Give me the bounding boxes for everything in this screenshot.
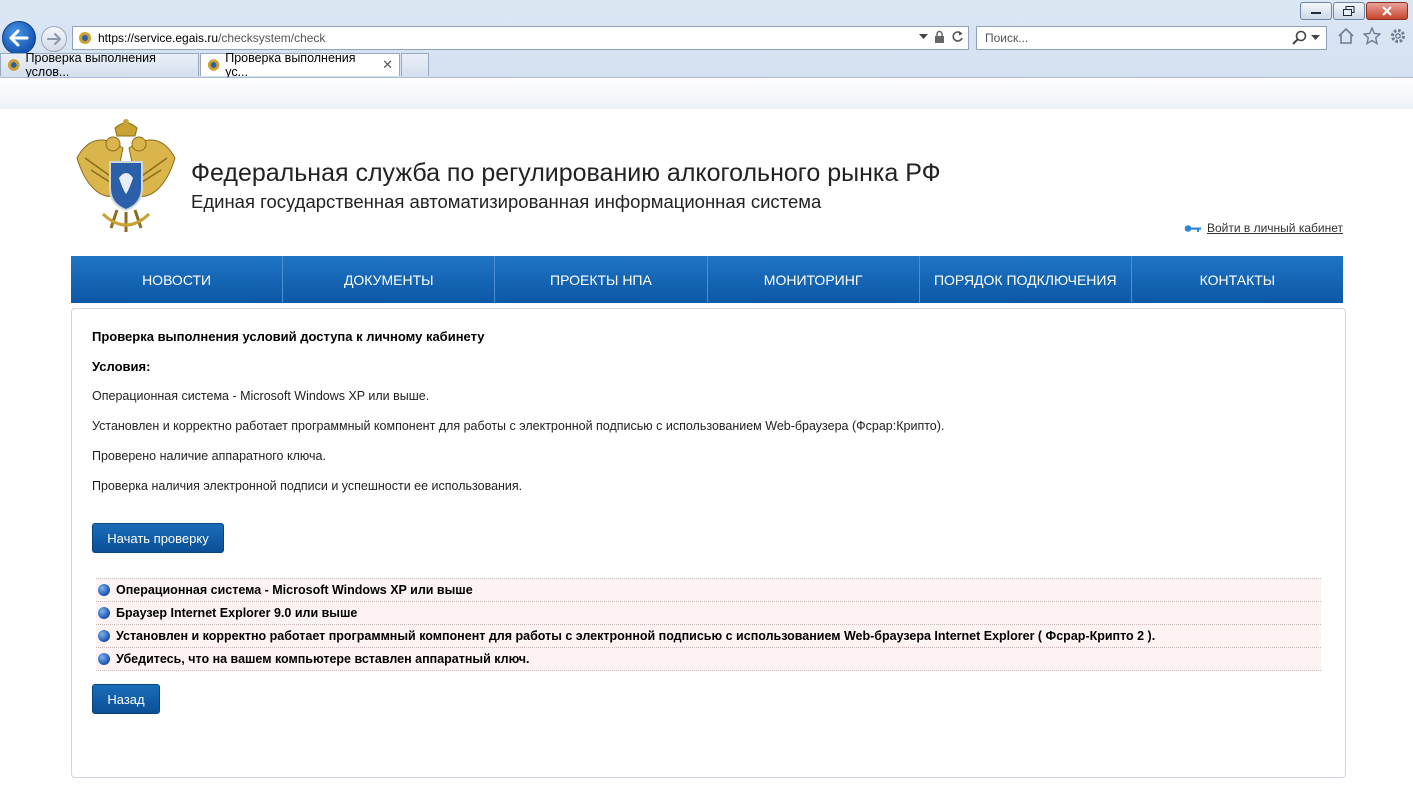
address-bar[interactable]: https://service.egais.ru/checksystem/che… [72, 26, 969, 50]
check-row: Убедитесь, что на вашем компьютере встав… [96, 648, 1321, 671]
command-bar [0, 77, 1413, 109]
status-dot-icon [98, 630, 110, 642]
favorites-star-icon[interactable] [1363, 27, 1381, 45]
check-results-list: Операционная система - Microsoft Windows… [96, 578, 1321, 671]
nav-item-npa-projects[interactable]: ПРОЕКТЫ НПА [495, 256, 708, 303]
arrow-right-icon [47, 33, 61, 45]
tab-close-icon[interactable]: ✕ [382, 57, 393, 73]
start-check-button[interactable]: Начать проверку [92, 523, 224, 553]
search-input[interactable] [983, 30, 1277, 46]
search-dropdown-icon[interactable] [1311, 34, 1320, 41]
coat-of-arms-emblem [76, 119, 176, 232]
restore-icon [1343, 6, 1355, 16]
back-page-button[interactable]: Назад [92, 684, 160, 714]
dropdown-arrow-icon[interactable] [919, 33, 928, 40]
nav-item-contacts[interactable]: КОНТАКТЫ [1132, 256, 1343, 303]
site-subtitle: Единая государственная автоматизированна… [191, 191, 822, 212]
search-icon[interactable] [1292, 30, 1308, 45]
login-link[interactable]: Войти в личный кабинет [1207, 221, 1343, 235]
window-controls [1300, 2, 1408, 20]
home-icon[interactable] [1337, 27, 1355, 45]
status-dot-icon [98, 584, 110, 596]
back-button[interactable] [2, 21, 36, 55]
condition-line: Проверка наличия электронной подписи и у… [92, 479, 523, 493]
close-icon [1382, 6, 1392, 16]
main-nav: НОВОСТИ ДОКУМЕНТЫ ПРОЕКТЫ НПА МОНИТОРИНГ… [71, 256, 1343, 303]
check-label: Операционная система - Microsoft Windows… [116, 583, 473, 597]
content-panel: Проверка выполнения условий доступа к ли… [71, 308, 1346, 778]
restore-button[interactable] [1333, 2, 1365, 20]
condition-line: Проверено наличие аппаратного ключа. [92, 449, 326, 463]
nav-item-news[interactable]: НОВОСТИ [71, 256, 284, 303]
check-label: Убедитесь, что на вашем компьютере встав… [116, 652, 530, 666]
status-dot-icon [98, 607, 110, 619]
conditions-heading: Условия: [92, 359, 151, 374]
browser-toolbar-icons [1337, 27, 1407, 45]
key-icon [1184, 224, 1201, 232]
arrow-left-icon [9, 29, 29, 47]
check-row: Операционная система - Microsoft Windows… [96, 578, 1321, 602]
search-tools [1292, 30, 1320, 45]
condition-line: Операционная система - Microsoft Windows… [92, 389, 430, 403]
browser-chrome: https://service.egais.ru/checksystem/che… [0, 0, 1413, 109]
settings-gear-icon[interactable] [1389, 27, 1407, 45]
nav-item-monitoring[interactable]: МОНИТОРИНГ [708, 256, 920, 303]
address-url: https://service.egais.ru/checksystem/che… [98, 31, 326, 45]
nav-item-documents[interactable]: ДОКУМЕНТЫ [283, 256, 496, 303]
site-title: Федеральная служба по регулированию алко… [191, 159, 941, 187]
new-tab-button[interactable] [401, 53, 429, 76]
refresh-icon[interactable] [951, 30, 964, 43]
address-tools [919, 30, 964, 43]
page-title: Проверка выполнения условий доступа к ли… [92, 329, 485, 344]
check-row: Установлен и корректно работает программ… [96, 625, 1321, 648]
check-label: Браузер Internet Explorer 9.0 или выше [116, 606, 358, 620]
check-row: Браузер Internet Explorer 9.0 или выше [96, 602, 1321, 625]
status-dot-icon [98, 653, 110, 665]
tab-strip: Проверка выполнения услов... Проверка вы… [0, 51, 430, 79]
search-box[interactable] [976, 26, 1327, 50]
close-window-button[interactable] [1366, 2, 1408, 20]
tab-label: Проверка выполнения ус... [225, 51, 356, 79]
minimize-button[interactable] [1300, 2, 1332, 20]
tab-2-active[interactable]: Проверка выполнения ус... ✕ [200, 51, 400, 79]
lock-icon[interactable] [934, 30, 945, 43]
nav-item-connection-procedure[interactable]: ПОРЯДОК ПОДКЛЮЧЕНИЯ [920, 256, 1132, 303]
tab-favicon-icon [7, 59, 20, 71]
check-label: Установлен и корректно работает программ… [116, 629, 1156, 643]
site-favicon-icon [79, 32, 91, 44]
minimize-icon [1311, 12, 1321, 14]
tab-favicon-icon [207, 59, 220, 71]
tab-1[interactable]: Проверка выполнения услов... [0, 51, 199, 79]
condition-line: Установлен и корректно работает программ… [92, 419, 945, 433]
site-header: Федеральная служба по регулированию алко… [71, 116, 1343, 241]
tab-label: Проверка выполнения услов... [25, 51, 156, 79]
login-link-block: Войти в личный кабинет [1184, 221, 1343, 235]
forward-button[interactable] [41, 26, 67, 52]
